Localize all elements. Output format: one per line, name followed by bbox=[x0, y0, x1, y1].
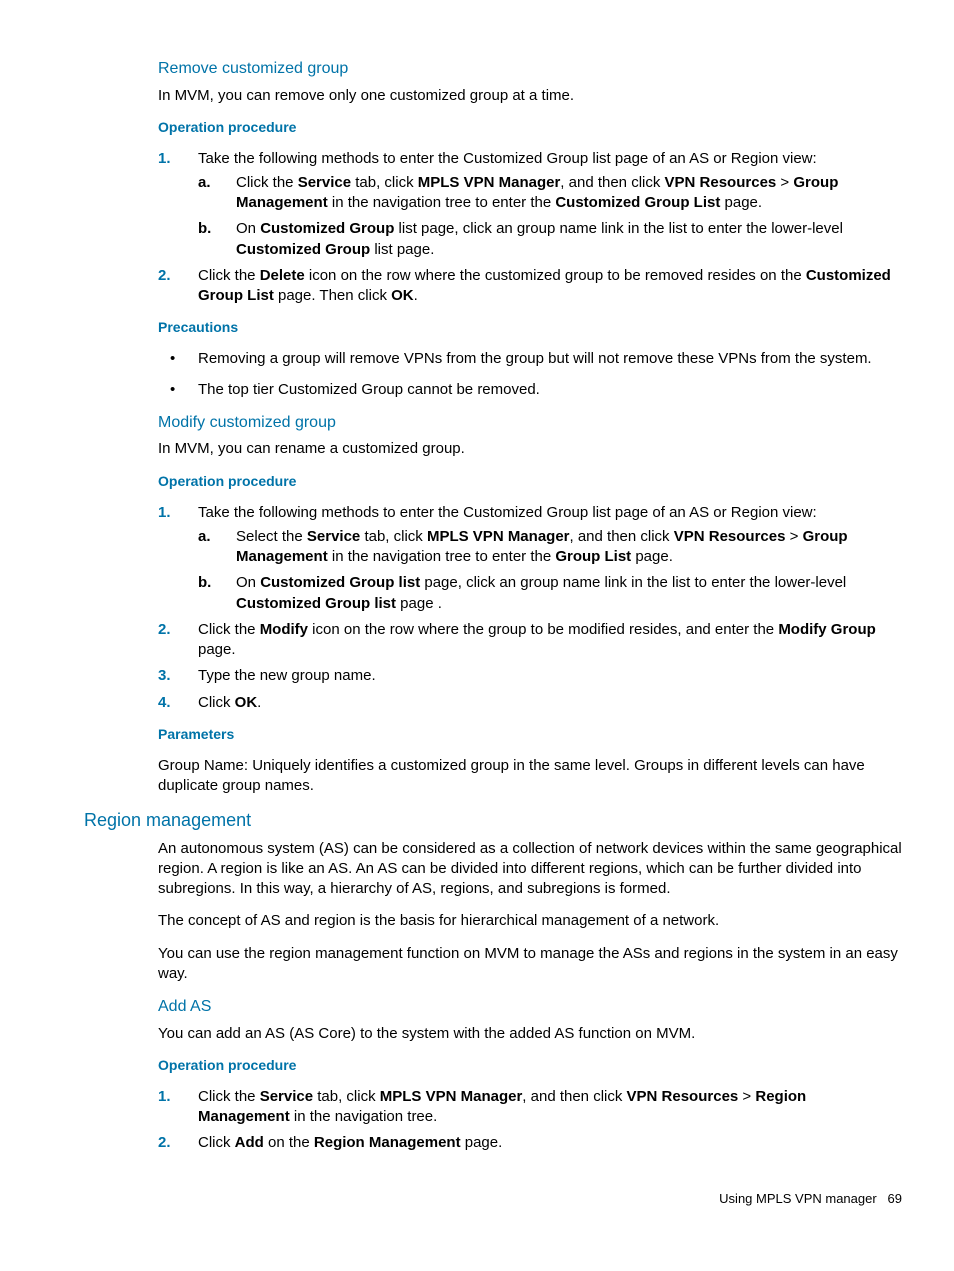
op-procedure-heading: Operation procedure bbox=[158, 472, 902, 491]
region-p3: You can use the region management functi… bbox=[158, 944, 902, 985]
precautions-list: Removing a group will remove VPNs from t… bbox=[158, 349, 902, 400]
heading-add-as: Add AS bbox=[158, 996, 902, 1018]
step-text: Click the Delete icon on the row where t… bbox=[198, 267, 891, 304]
step-text: On Customized Group list page, click an … bbox=[236, 220, 843, 257]
list-marker: b. bbox=[198, 219, 211, 239]
step-text: Type the new group name. bbox=[198, 667, 376, 684]
list-marker: a. bbox=[198, 527, 211, 547]
step-text: Take the following methods to enter the … bbox=[198, 504, 817, 521]
footer-text: Using MPLS VPN manager bbox=[719, 1191, 877, 1206]
list-marker: 2. bbox=[158, 620, 171, 640]
step-text: Click the Modify icon on the row where t… bbox=[198, 621, 876, 658]
remove-steps: 1. Take the following methods to enter t… bbox=[158, 149, 902, 307]
op-procedure-heading: Operation procedure bbox=[158, 118, 902, 137]
step-text: Click Add on the Region Management page. bbox=[198, 1134, 502, 1151]
region-p2: The concept of AS and region is the basi… bbox=[158, 911, 902, 931]
list-marker: 1. bbox=[158, 1087, 171, 1107]
heading-remove-group: Remove customized group bbox=[158, 58, 902, 80]
region-p1: An autonomous system (AS) can be conside… bbox=[158, 839, 902, 900]
step-text: Take the following methods to enter the … bbox=[198, 150, 817, 167]
list-marker: 4. bbox=[158, 693, 171, 713]
op-procedure-heading: Operation procedure bbox=[158, 1056, 902, 1075]
intro-modify: In MVM, you can rename a customized grou… bbox=[158, 439, 902, 459]
page-number: 69 bbox=[888, 1191, 902, 1206]
list-marker: 2. bbox=[158, 266, 171, 286]
list-marker: 3. bbox=[158, 666, 171, 686]
list-marker: 1. bbox=[158, 149, 171, 169]
parameters-heading: Parameters bbox=[158, 725, 902, 744]
step-text: Click the Service tab, click MPLS VPN Ma… bbox=[236, 174, 838, 211]
list-item: Removing a group will remove VPNs from t… bbox=[158, 349, 902, 369]
list-marker: 1. bbox=[158, 503, 171, 523]
step-text: Click the Service tab, click MPLS VPN Ma… bbox=[198, 1088, 806, 1125]
add-as-steps: 1. Click the Service tab, click MPLS VPN… bbox=[158, 1087, 902, 1154]
step-text: Select the Service tab, click MPLS VPN M… bbox=[236, 528, 848, 565]
precautions-heading: Precautions bbox=[158, 318, 902, 337]
list-marker: b. bbox=[198, 573, 211, 593]
list-marker: 2. bbox=[158, 1133, 171, 1153]
list-marker: a. bbox=[198, 173, 211, 193]
parameters-text: Group Name: Uniquely identifies a custom… bbox=[158, 756, 902, 797]
heading-modify-group: Modify customized group bbox=[158, 412, 902, 434]
step-text: On Customized Group list page, click an … bbox=[236, 574, 846, 611]
intro-add-as: You can add an AS (AS Core) to the syste… bbox=[158, 1024, 902, 1044]
heading-region-management: Region management bbox=[84, 808, 902, 832]
intro-remove: In MVM, you can remove only one customiz… bbox=[158, 86, 902, 106]
modify-steps: 1. Take the following methods to enter t… bbox=[158, 503, 902, 713]
list-item: The top tier Customized Group cannot be … bbox=[158, 380, 902, 400]
page-footer: Using MPLS VPN manager 69 bbox=[84, 1190, 902, 1208]
step-text: Click OK. bbox=[198, 694, 261, 711]
